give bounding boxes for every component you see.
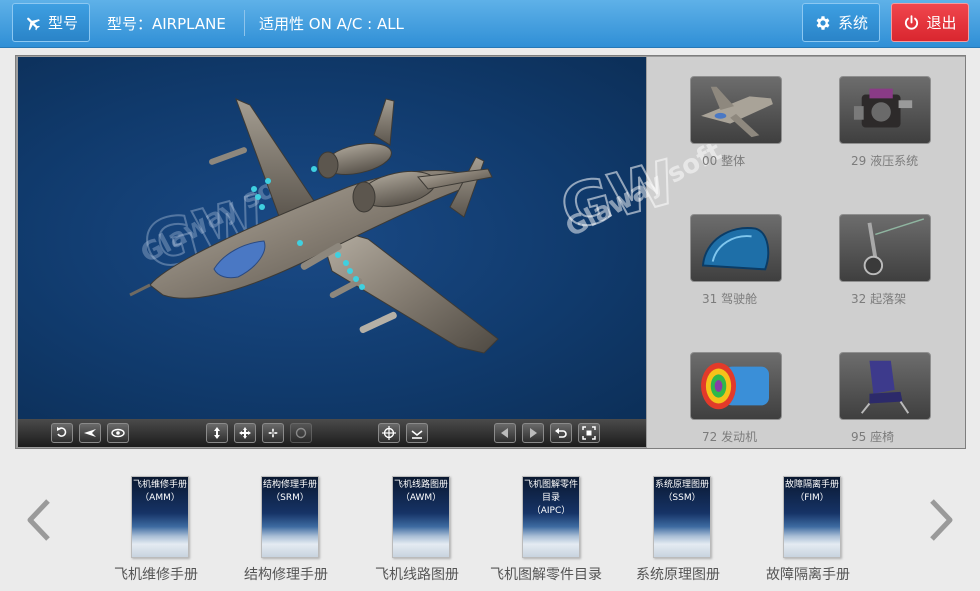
manual-cover-srm[interactable]: 结构修理手册 （SRM） — [261, 476, 319, 558]
system-label-engine: 72 发动机 — [702, 430, 758, 444]
airplane-view-button[interactable] — [79, 423, 101, 443]
system-tile-hydraulic[interactable] — [839, 76, 931, 144]
system-gallery: GW Glaway soft 00 整体 29 液压系统 31 驾驶舱 32 起… — [555, 57, 965, 448]
power-icon — [905, 15, 919, 30]
next-icon — [530, 428, 537, 438]
system-label-hydraulic: 29 液压系统 — [851, 154, 919, 168]
exit-button-label: 退出 — [926, 14, 957, 32]
hydraulic-thumb-icon — [853, 88, 913, 128]
manual-cover-fim[interactable]: 故障隔离手册 （FIM） — [783, 476, 841, 558]
seat-thumb-icon — [860, 360, 910, 414]
model-button-label: 型号 — [47, 14, 78, 32]
manual-cover-awm[interactable]: 飞机线路图册 （AWM） — [392, 476, 450, 558]
target-button[interactable] — [378, 423, 400, 443]
header-divider — [244, 10, 245, 36]
airplane-model — [129, 98, 499, 354]
move-vertical-button[interactable] — [206, 423, 228, 443]
manual-cover-title: 系统原理图册 （SSM） — [654, 480, 709, 503]
manual-cover-title: 飞机维修手册 （AMM） — [132, 480, 187, 503]
prev-icon — [501, 428, 508, 438]
cockpit-thumb-icon — [701, 227, 770, 271]
manual-label-srm[interactable]: 结构修理手册 — [244, 564, 328, 584]
system-button-label: 系统 — [837, 14, 868, 32]
manual-label-fim[interactable]: 故障隔离手册 — [766, 564, 850, 584]
system-tile-cockpit[interactable] — [690, 214, 782, 282]
move-button[interactable] — [234, 423, 256, 443]
manual-label-aipc[interactable]: 飞机图解零件目录 — [490, 564, 602, 584]
exit-button[interactable]: 退出 — [891, 3, 969, 42]
next-button[interactable] — [522, 423, 544, 443]
rotate-button[interactable] — [51, 423, 73, 443]
manual-cover-title: 故障隔离手册 （FIM） — [784, 480, 839, 503]
undo-icon — [555, 428, 567, 438]
move-icon — [239, 427, 251, 439]
system-tile-seat[interactable] — [839, 352, 931, 420]
system-button[interactable]: 系统 — [802, 3, 880, 42]
manual-label-amm[interactable]: 飞机维修手册 — [114, 564, 198, 584]
engine-thumb-icon — [701, 362, 769, 410]
target-icon — [382, 426, 396, 440]
system-label-landing-gear: 32 起落架 — [851, 292, 907, 306]
manual-label-ssm[interactable]: 系统原理图册 — [636, 564, 720, 584]
applicability-text: 适用性 ON A/C : ALL — [259, 15, 404, 33]
manual-cover-title: 飞机线路图册 （AWM） — [393, 480, 448, 503]
airplane-view-icon — [84, 429, 96, 437]
system-label-overall: 00 整体 — [702, 154, 746, 168]
reset-button[interactable] — [290, 423, 312, 443]
chevron-left-icon[interactable] — [24, 497, 54, 543]
fit-view-button[interactable] — [578, 423, 600, 443]
3d-model-viewer[interactable]: GW Glaway soft — [18, 57, 646, 419]
fan-icon — [268, 428, 278, 438]
system-label-cockpit: 31 驾驶舱 — [702, 292, 758, 306]
manual-cover-title: 飞机图解零件 目录 （AIPC） — [523, 480, 578, 516]
airplane-icon — [27, 17, 40, 30]
model-button[interactable]: 型号 — [12, 3, 90, 42]
system-tile-landing-gear[interactable] — [839, 214, 931, 282]
fan-button[interactable] — [262, 423, 284, 443]
prev-button[interactable] — [494, 423, 516, 443]
fit-view-icon — [582, 426, 596, 440]
bottom-view-icon — [411, 430, 423, 439]
airplane-thumb-icon — [701, 86, 773, 138]
model-text: 型号：AIRPLANE — [107, 15, 226, 33]
rotate-icon — [57, 427, 67, 437]
viewer-toolbar — [18, 419, 646, 447]
gear-icon — [816, 15, 830, 30]
top-bar: 型号 型号：AIRPLANE 适用性 ON A/C : ALL 系统 退出 — [0, 0, 980, 48]
system-tile-overall[interactable] — [690, 76, 782, 144]
manual-cover-amm[interactable]: 飞机维修手册 （AMM） — [131, 476, 189, 558]
chevron-right-icon[interactable] — [926, 497, 956, 543]
bottom-view-button[interactable] — [406, 423, 428, 443]
undo-button[interactable] — [550, 423, 572, 443]
manual-cover-title: 结构修理手册 （SRM） — [262, 480, 317, 503]
manual-label-awm[interactable]: 飞机线路图册 — [375, 564, 459, 584]
landing-gear-thumb-icon — [863, 218, 925, 276]
system-label-seat: 95 座椅 — [851, 430, 895, 444]
eye-icon — [111, 428, 125, 438]
move-vertical-icon — [214, 427, 220, 439]
reset-icon — [295, 427, 307, 439]
manual-cover-aipc[interactable]: 飞机图解零件 目录 （AIPC） — [522, 476, 580, 558]
eye-button[interactable] — [107, 423, 129, 443]
system-tile-engine[interactable] — [690, 352, 782, 420]
manual-cover-ssm[interactable]: 系统原理图册 （SSM） — [653, 476, 711, 558]
